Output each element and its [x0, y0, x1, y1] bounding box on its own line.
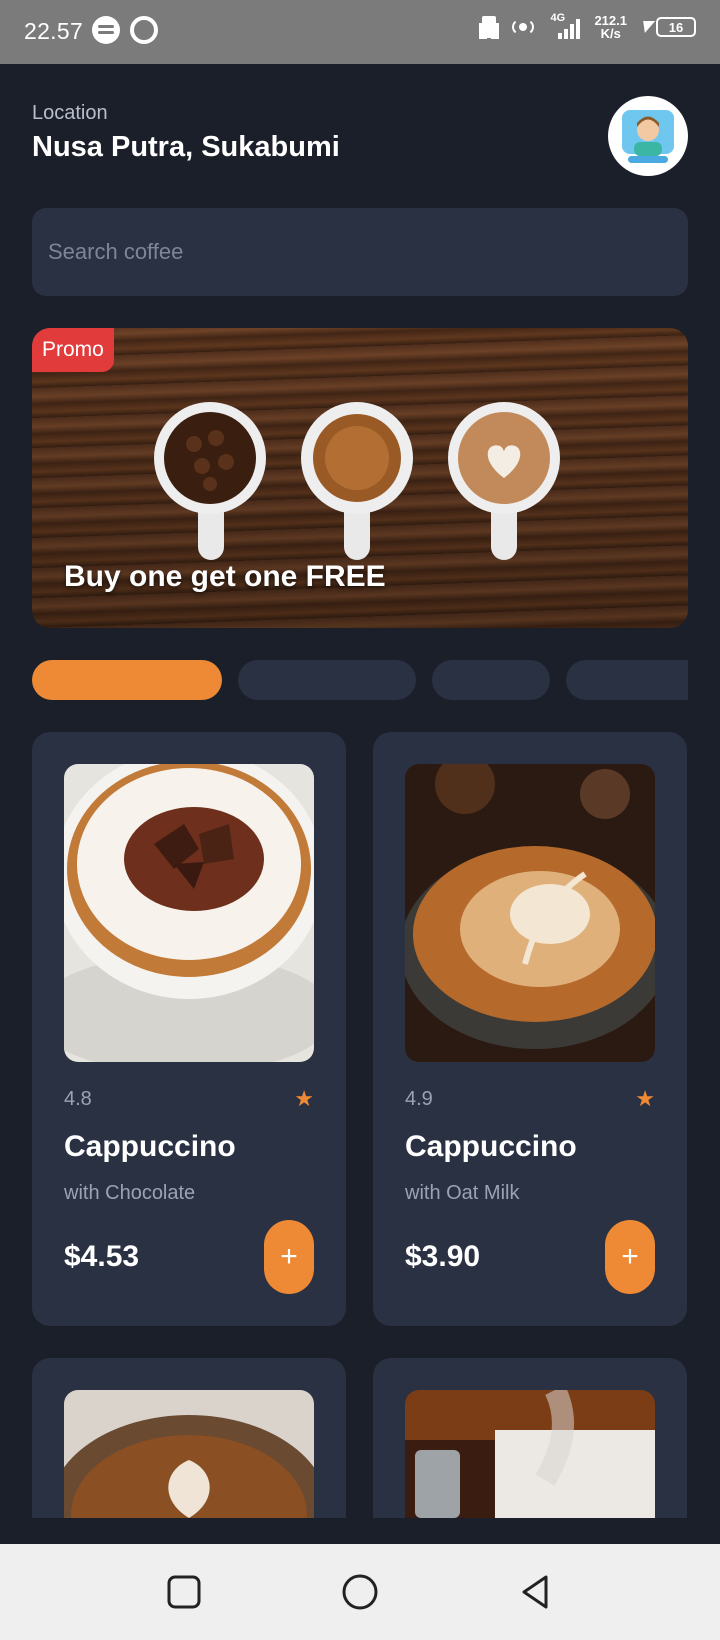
- star-icon: ★: [294, 1086, 314, 1111]
- product-subtitle: with Chocolate: [64, 1182, 196, 1204]
- spotify-icon: [92, 16, 120, 44]
- product-subtitle: with Oat Milk: [405, 1182, 520, 1204]
- product-price: $4.53: [64, 1240, 140, 1273]
- category-tabs: [32, 660, 688, 700]
- product-card-partial[interactable]: [373, 1358, 687, 1518]
- battery-indicator: 16: [638, 17, 696, 37]
- status-time: 22.57: [24, 18, 84, 44]
- product-price: $3.90: [405, 1240, 481, 1273]
- hotspot-icon: [510, 16, 536, 38]
- back-icon[interactable]: [516, 1572, 556, 1612]
- product-rating: 4.9: [405, 1088, 433, 1110]
- product-image: [64, 1390, 314, 1518]
- speed-unit: K/s: [600, 26, 621, 41]
- product-rating: 4.8: [64, 1088, 92, 1110]
- home-icon[interactable]: [340, 1572, 380, 1612]
- product-card-partial[interactable]: [32, 1358, 346, 1518]
- recent-apps-icon[interactable]: [164, 1572, 204, 1612]
- product-image: [64, 764, 314, 1062]
- category-tab-4[interactable]: [566, 660, 688, 700]
- status-system-icons: 4G 212.1 K/s 16: [482, 12, 696, 40]
- network-type: 4G: [550, 12, 566, 24]
- system-nav-bar: [0, 1544, 720, 1640]
- promo-badge: Promo: [32, 328, 114, 372]
- signal-icon: 4G: [550, 12, 581, 39]
- category-tab-2[interactable]: [238, 660, 416, 700]
- coffee-cups-image: [154, 402, 560, 560]
- product-card[interactable]: 4.9 ★ Cappuccino with Oat Milk $3.90 +: [373, 732, 687, 1326]
- product-name: Cappuccino: [64, 1130, 236, 1163]
- avatar[interactable]: [608, 96, 688, 176]
- add-to-cart-button[interactable]: +: [605, 1220, 655, 1294]
- product-image: [405, 764, 655, 1062]
- network-speed: 212.1 K/s: [594, 14, 627, 40]
- search-input[interactable]: [32, 208, 688, 296]
- product-card[interactable]: 4.8 ★ Cappuccino with Chocolate $4.53 +: [32, 732, 346, 1326]
- promo-title: Buy one get one FREE: [64, 560, 386, 593]
- add-to-cart-button[interactable]: +: [264, 1220, 314, 1294]
- product-image: [405, 1390, 655, 1518]
- promo-banner[interactable]: Promo Buy one get one FREE: [32, 328, 688, 628]
- charging-icon: [638, 21, 656, 33]
- location-label: Location: [32, 102, 108, 124]
- category-tab-1[interactable]: [32, 660, 222, 700]
- app-notification-icon: [130, 16, 158, 44]
- avatar-icon: [622, 110, 674, 163]
- vibrate-icon: [482, 16, 497, 38]
- location-header: Location Nusa Putra, Sukabumi: [32, 102, 340, 164]
- category-tab-3[interactable]: [432, 660, 550, 700]
- status-notification-icons: [92, 16, 158, 44]
- battery-level: 16: [656, 17, 696, 37]
- star-icon: ★: [635, 1086, 655, 1111]
- product-name: Cappuccino: [405, 1130, 577, 1163]
- location-name[interactable]: Nusa Putra, Sukabumi: [32, 131, 340, 164]
- status-bar: 22.57 4G 212.1 K/s 16: [0, 0, 720, 64]
